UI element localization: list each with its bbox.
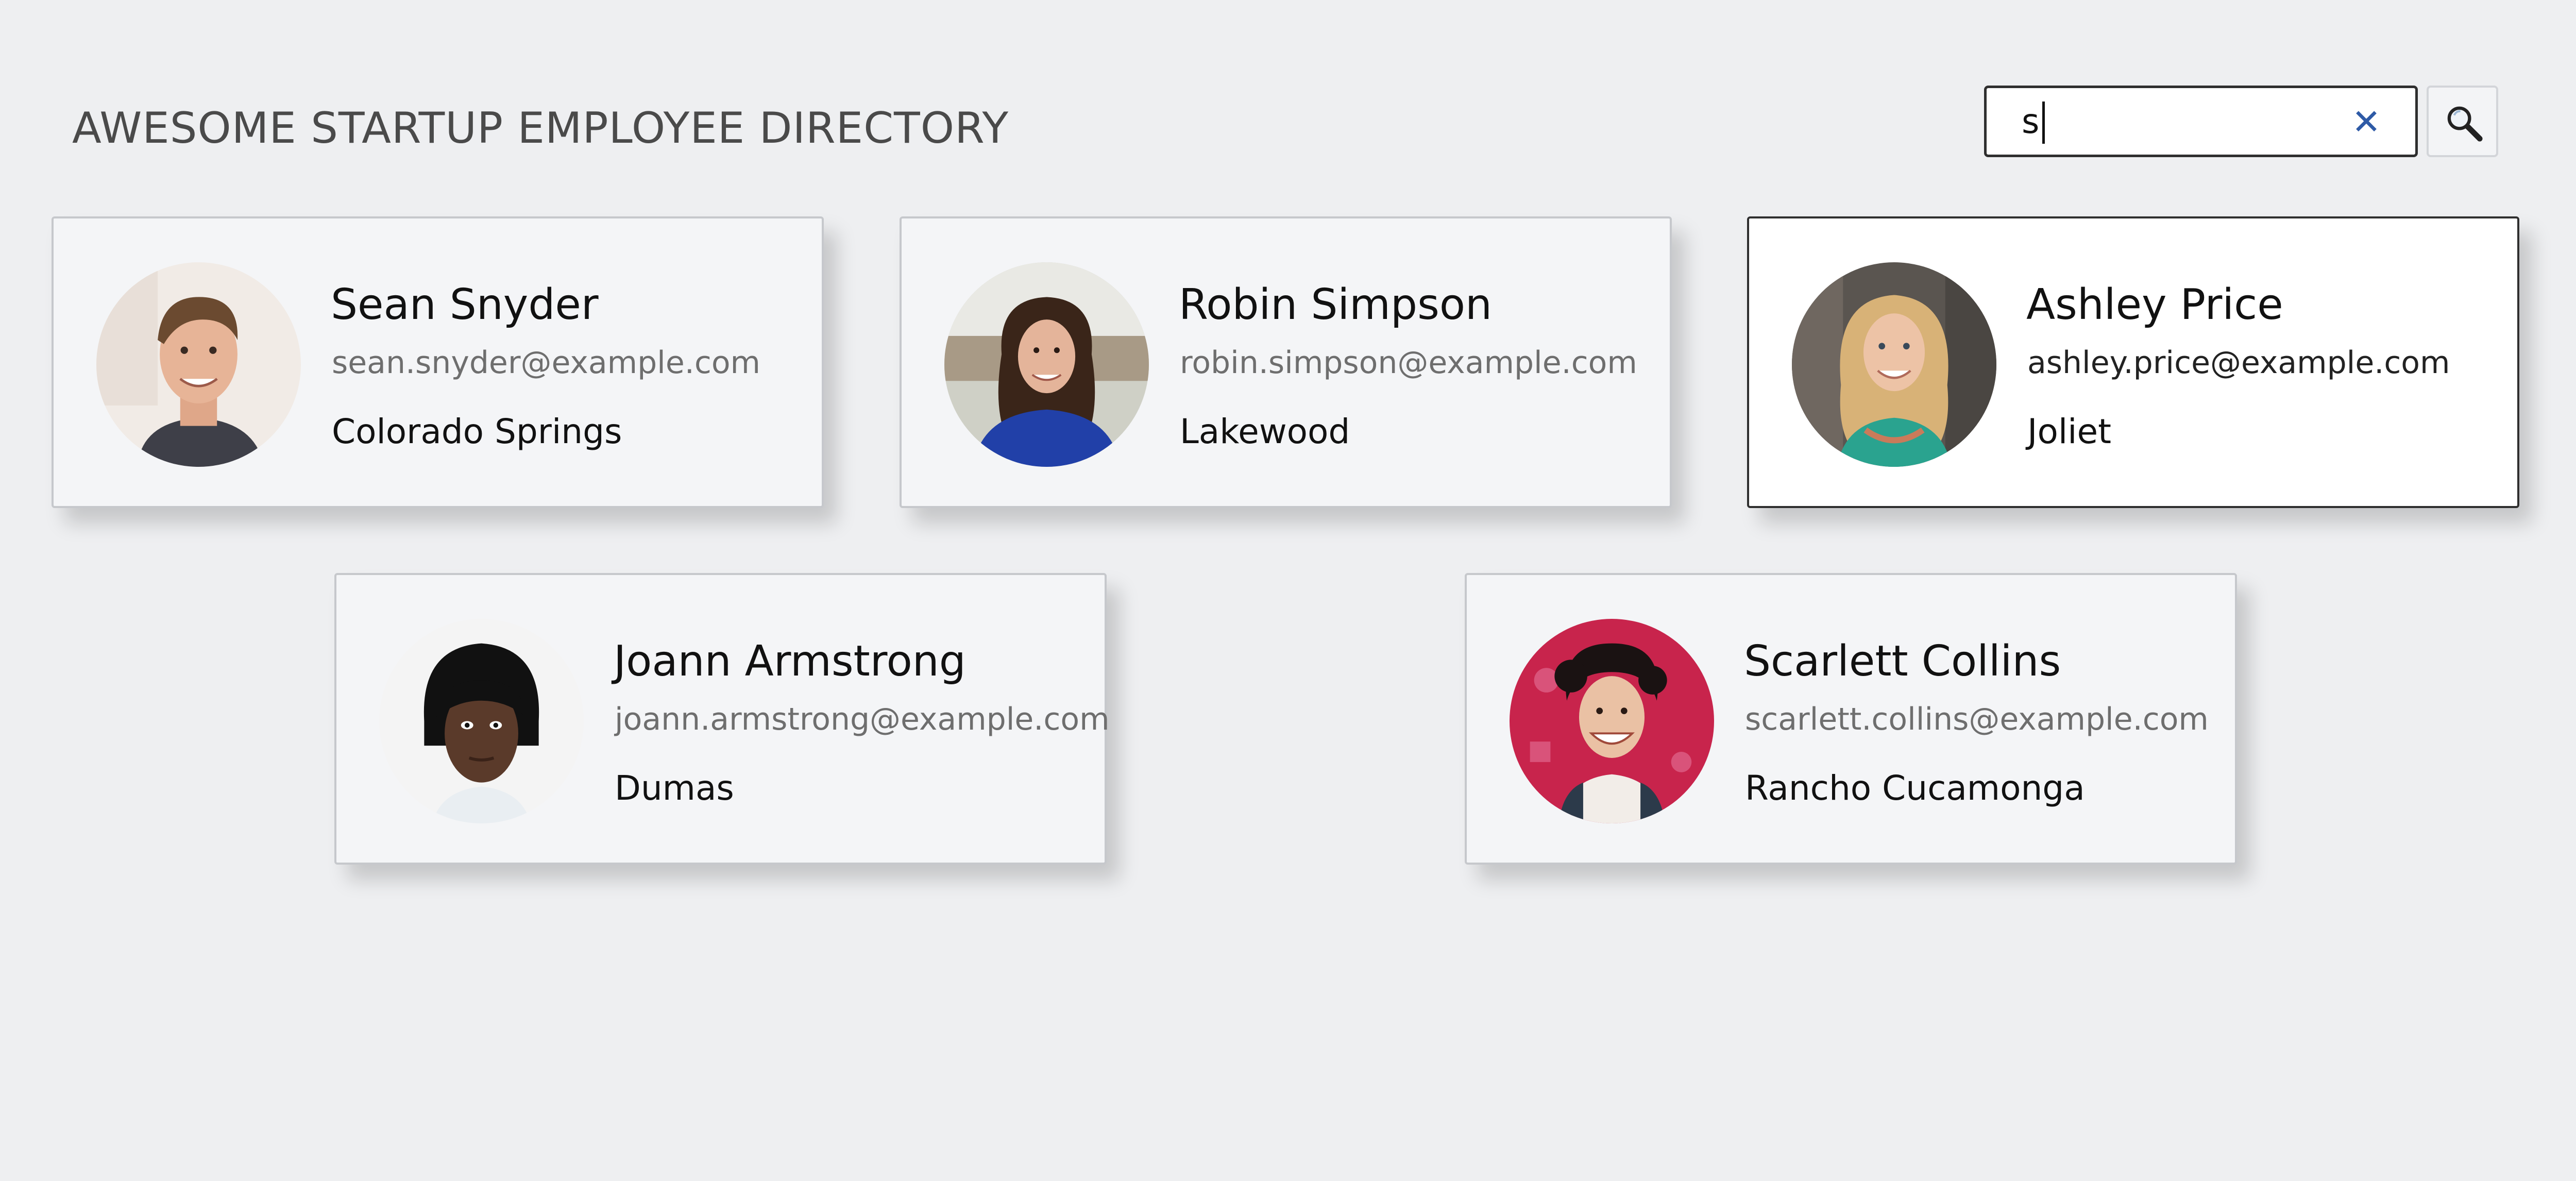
employee-email: scarlett.collins@example.com	[1745, 701, 2209, 737]
employee-city: Rancho Cucamonga	[1745, 768, 2085, 808]
employee-name: Scarlett Collins	[1744, 637, 2061, 686]
text-cursor	[2042, 102, 2045, 144]
page-title: AWESOME STARTUP EMPLOYEE DIRECTORY	[72, 103, 1009, 153]
employee-name: Ashley Price	[2026, 280, 2283, 329]
avatar	[944, 262, 1149, 467]
employee-email: ashley.price@example.com	[2027, 345, 2450, 381]
avatar	[1792, 262, 1996, 467]
search-input[interactable]: s ✕	[1984, 86, 2418, 157]
employee-card-sean-snyder[interactable]: Sean Snyder sean.snyder@example.com Colo…	[52, 216, 824, 508]
employee-name: Robin Simpson	[1179, 280, 1492, 329]
employee-name: Sean Snyder	[331, 280, 599, 329]
close-icon[interactable]: ✕	[2348, 105, 2384, 141]
search-icon	[2447, 106, 2483, 142]
employee-card-scarlett-collins[interactable]: Scarlett Collins scarlett.collins@exampl…	[1465, 573, 2237, 865]
employee-email: joann.armstrong@example.com	[615, 701, 1110, 737]
employee-city: Dumas	[615, 768, 734, 808]
search-input-value: s	[2022, 102, 2040, 141]
employee-name: Joann Armstrong	[614, 637, 966, 686]
employee-email: robin.simpson@example.com	[1180, 345, 1637, 381]
avatar	[96, 262, 301, 467]
employee-card-ashley-price[interactable]: Ashley Price ashley.price@example.com Jo…	[1747, 216, 2519, 508]
avatar	[1510, 619, 1714, 823]
employee-email: sean.snyder@example.com	[332, 345, 760, 381]
employee-card-joann-armstrong[interactable]: Joann Armstrong joann.armstrong@example.…	[334, 573, 1110, 865]
employee-city: Lakewood	[1180, 412, 1350, 451]
avatar	[379, 619, 584, 823]
employee-city: Colorado Springs	[332, 412, 622, 451]
employee-card-robin-simpson[interactable]: Robin Simpson robin.simpson@example.com …	[900, 216, 1672, 508]
employee-directory-page: AWESOME STARTUP EMPLOYEE DIRECTORY s ✕ S…	[0, 0, 2576, 1181]
employee-city: Joliet	[2027, 412, 2112, 451]
search-button[interactable]	[2427, 86, 2498, 157]
